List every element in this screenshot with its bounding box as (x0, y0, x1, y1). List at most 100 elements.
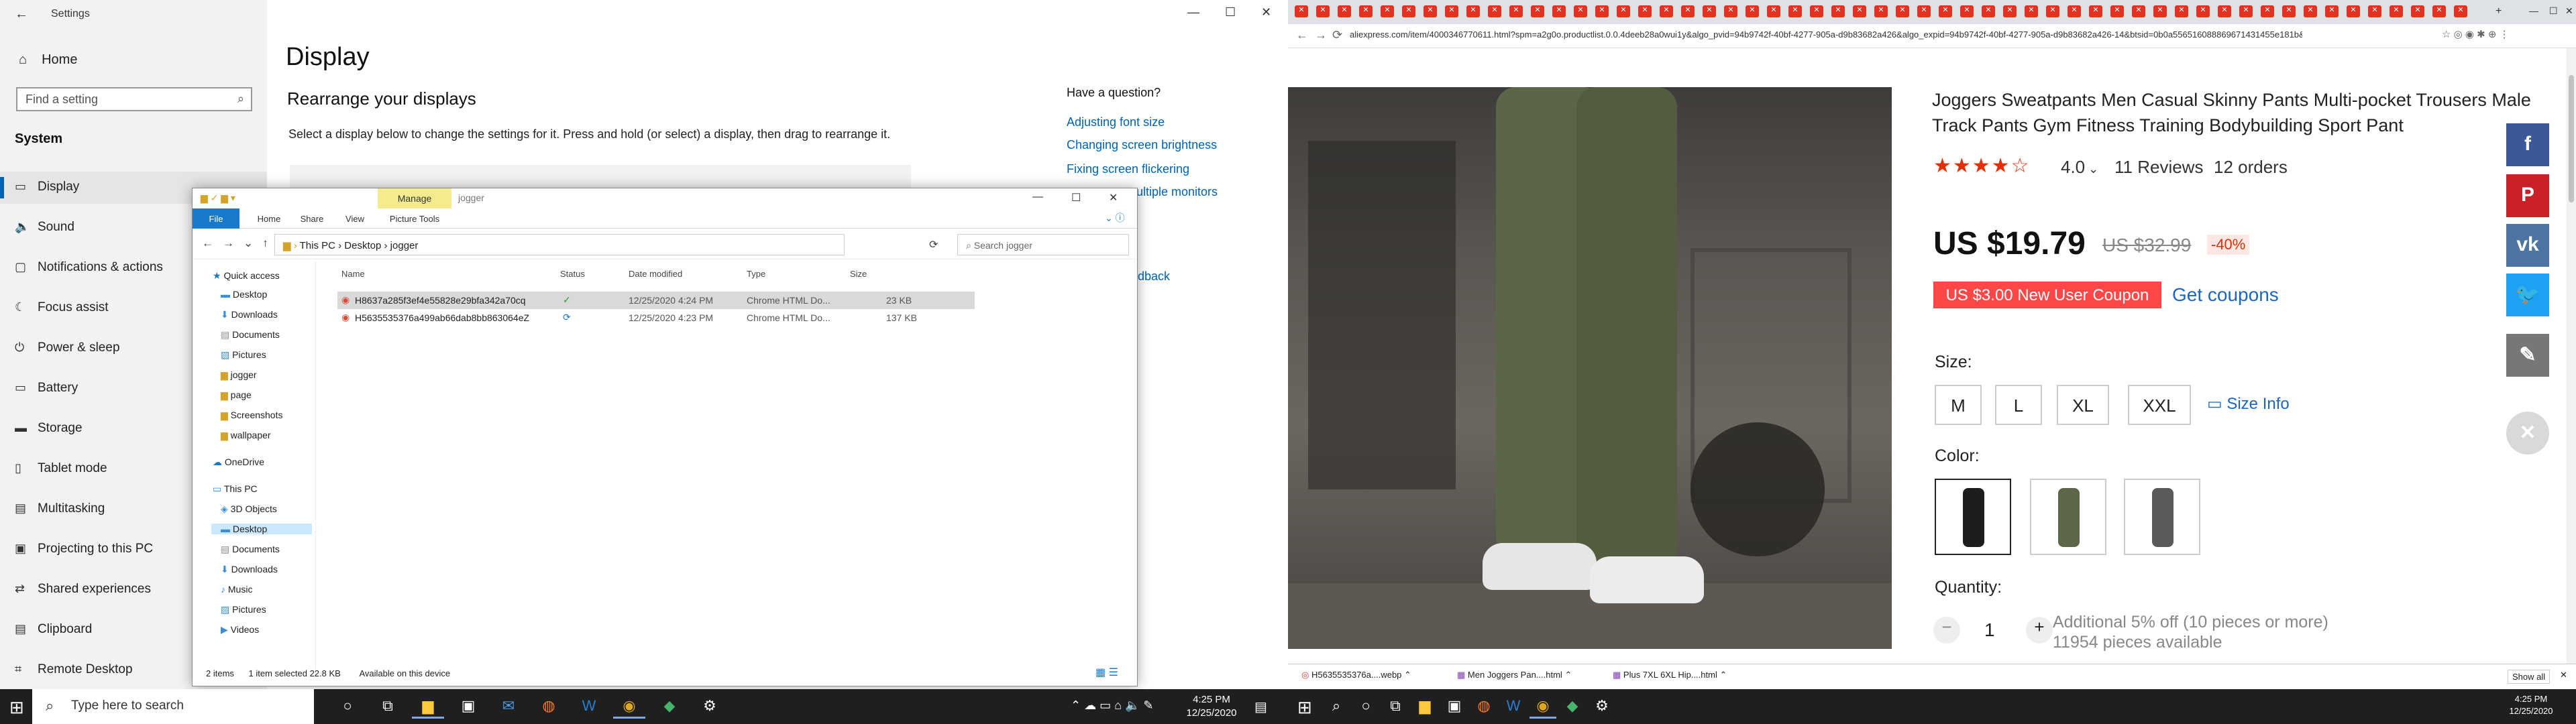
close-icon[interactable]: ✕ (2506, 412, 2549, 455)
column-date[interactable]: Date modified (629, 269, 682, 279)
browser-tab-favicon-icon[interactable]: ✕ (1982, 5, 1995, 17)
browser-tab-favicon-icon[interactable]: ✕ (1660, 5, 1673, 17)
help-link-monitors[interactable]: ultiple monitors (1136, 185, 1218, 199)
tree-wallpaper[interactable]: ▆ wallpaper (221, 430, 271, 441)
tree-this-pc[interactable]: ▭ This PC (213, 483, 258, 495)
clock[interactable]: 4:25 PM 12/25/2020 (2501, 693, 2561, 717)
browser-tab-favicon-icon[interactable]: ✕ (1746, 5, 1759, 17)
maximize-icon[interactable]: ☐ (1071, 191, 1081, 204)
browser-tab-favicon-icon[interactable]: ✕ (1574, 5, 1587, 17)
tab-view[interactable]: View (335, 208, 375, 229)
tree-desktop[interactable]: ▬ Desktop (221, 289, 267, 300)
help-icon[interactable]: ⌄ ⓘ (1105, 211, 1125, 225)
chrome-icon[interactable]: ◉ (613, 695, 645, 719)
browser-tab-favicon-icon[interactable]: ✕ (1874, 5, 1888, 17)
browser-tab-favicon-icon[interactable]: ✕ (1917, 5, 1931, 17)
minimize-icon[interactable]: — (1187, 5, 1199, 19)
reviews-link[interactable]: 11 Reviews (2114, 157, 2203, 178)
tab-file[interactable]: File (193, 208, 239, 229)
browser-tab-favicon-icon[interactable]: ✕ (1488, 5, 1501, 17)
browser-tab-favicon-icon[interactable]: ✕ (1295, 5, 1308, 17)
tree-jogger[interactable]: ▆ jogger (221, 369, 257, 381)
browser-tab-favicon-icon[interactable]: ✕ (1381, 5, 1394, 17)
file-row[interactable]: ◉ H8637a285f3ef4e55828e29bfa342a70cq ✓ 1… (337, 292, 975, 309)
browser-tab-favicon-icon[interactable]: ✕ (1896, 5, 1909, 17)
browser-tab-favicon-icon[interactable]: ✕ (2046, 5, 2059, 17)
close-icon[interactable]: ✕ (2565, 5, 2573, 17)
download-item[interactable]: ▦ Plus 7XL 6XL Hip....html ⌃ (1613, 670, 1727, 680)
action-center-icon[interactable]: ▤ (1254, 699, 1267, 715)
maximize-icon[interactable]: ☐ (1225, 5, 1236, 19)
color-option-grey[interactable] (2124, 479, 2200, 555)
browser-tab-favicon-icon[interactable]: ✕ (1831, 5, 1845, 17)
browser-tab-favicon-icon[interactable]: ✕ (1595, 5, 1609, 17)
help-link-brightness[interactable]: Changing screen brightness (1067, 138, 1217, 152)
tree-screenshots[interactable]: ▆ Screenshots (221, 410, 282, 421)
browser-tab-favicon-icon[interactable]: ✕ (1424, 5, 1437, 17)
browser-tab-favicon-icon[interactable]: ✕ (2368, 5, 2381, 17)
back-icon[interactable]: ← (1296, 28, 1308, 42)
browser-tab-favicon-icon[interactable]: ✕ (2304, 5, 2317, 17)
file-explorer-icon[interactable]: ▆ (412, 695, 444, 719)
browser-tab-favicon-icon[interactable]: ✕ (2132, 5, 2145, 17)
browser-tab-favicon-icon[interactable]: ✕ (1531, 5, 1544, 17)
browser-tab-favicon-icon[interactable]: ✕ (2175, 5, 2188, 17)
product-image[interactable] (1288, 87, 1892, 649)
cortana-icon[interactable]: ○ (331, 695, 364, 719)
browser-tab-favicon-icon[interactable]: ✕ (2218, 5, 2231, 17)
refresh-icon[interactable]: ⟳ (929, 238, 938, 251)
address-bar[interactable]: ▆ › This PC › Desktop › jogger (274, 234, 845, 255)
tab-share[interactable]: Share (292, 208, 332, 229)
size-option-m[interactable]: M (1935, 385, 1982, 425)
tree-page[interactable]: ▆ page (221, 389, 252, 401)
browser-tab-favicon-icon[interactable]: ✕ (1359, 5, 1373, 17)
browser-tab-favicon-icon[interactable]: ✕ (1703, 5, 1716, 17)
browser-tab-favicon-icon[interactable]: ✕ (1960, 5, 1974, 17)
firefox-icon[interactable]: ◍ (1470, 695, 1497, 719)
tree-videos[interactable]: ▶ Videos (221, 624, 259, 636)
store-icon[interactable]: ▣ (452, 695, 484, 719)
size-option-xl[interactable]: XL (2057, 385, 2109, 425)
word-icon[interactable]: W (573, 695, 605, 719)
browser-tab-favicon-icon[interactable]: ✕ (1788, 5, 1802, 17)
feedback-link[interactable]: dback (1138, 269, 1170, 284)
explorer-search-input[interactable]: ⌕ Search jogger (957, 234, 1129, 255)
vk-share-icon[interactable]: vk (2506, 224, 2549, 267)
url-bar[interactable]: aliexpress.com/item/4000346770611.html?s… (1350, 29, 2302, 40)
store-icon[interactable]: ▣ (1441, 695, 1468, 719)
quantity-increase-button[interactable]: + (2026, 617, 2053, 644)
browser-tab-favicon-icon[interactable]: ✕ (1767, 5, 1780, 17)
task-view-icon[interactable]: ⧉ (1382, 695, 1409, 719)
browser-tab-favicon-icon[interactable]: ✕ (2411, 5, 2424, 17)
browser-tab-favicon-icon[interactable]: ✕ (1853, 5, 1866, 17)
browser-tab-favicon-icon[interactable]: ✕ (1338, 5, 1351, 17)
tree-quick-access[interactable]: ★ Quick access (213, 270, 280, 282)
windows-start-icon[interactable]: ⊞ (1297, 697, 1312, 718)
app-icon[interactable]: ◆ (1559, 695, 1586, 719)
get-coupons-link[interactable]: Get coupons (2172, 284, 2279, 306)
column-name[interactable]: Name (341, 269, 365, 279)
app-icon[interactable]: ◆ (653, 695, 686, 719)
browser-tab-favicon-icon[interactable]: ✕ (1617, 5, 1630, 17)
color-option-black[interactable] (1935, 479, 2011, 555)
browser-tab-favicon-icon[interactable]: ✕ (1552, 5, 1566, 17)
browser-tab-favicon-icon[interactable]: ✕ (1402, 5, 1415, 17)
system-tray-icons[interactable]: ⌃ ☁ ▭ ⌂ 🔈 ✎ (1071, 699, 1153, 713)
close-icon[interactable]: ✕ (1109, 191, 1118, 204)
browser-tab-favicon-icon[interactable]: ✕ (2153, 5, 2167, 17)
twitter-share-icon[interactable]: 🐦 (2506, 274, 2549, 316)
browser-tab-favicon-icon[interactable]: ✕ (2282, 5, 2296, 17)
show-all-button[interactable]: Show all (2508, 670, 2551, 684)
extension-icons[interactable]: ☆ ◎ ◉ ✱ ⊕ ⋮ (2442, 28, 2510, 40)
browser-tab-favicon-icon[interactable]: ✕ (2432, 5, 2446, 17)
tree-desktop-selected[interactable]: ▬ Desktop (211, 524, 312, 534)
browser-tab-favicon-icon[interactable]: ✕ (2347, 5, 2360, 17)
column-size[interactable]: Size (850, 269, 867, 279)
file-explorer-icon[interactable]: ▆ (1411, 695, 1438, 719)
task-view-icon[interactable]: ⧉ (372, 695, 404, 719)
tree-pictures-pc[interactable]: ▨ Pictures (221, 604, 266, 615)
edit-pencil-icon[interactable]: ✎ (2506, 334, 2549, 377)
help-link-flickering[interactable]: Fixing screen flickering (1067, 162, 1189, 176)
search-icon[interactable]: ⌕ (1323, 695, 1350, 719)
browser-tab-favicon-icon[interactable]: ✕ (2003, 5, 2017, 17)
